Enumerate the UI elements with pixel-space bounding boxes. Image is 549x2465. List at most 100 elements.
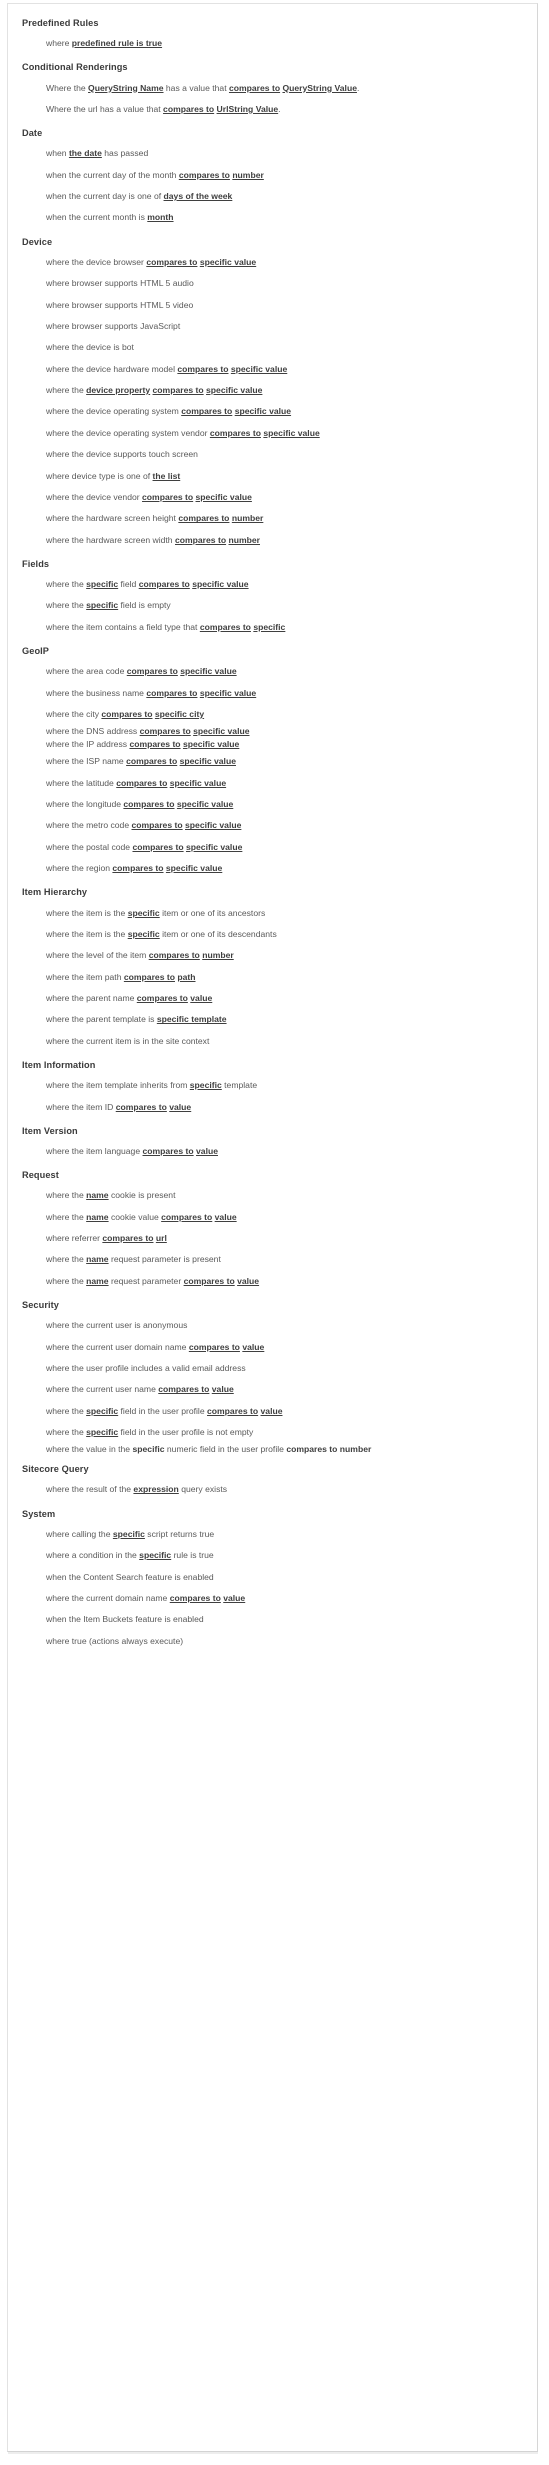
condition-token-link[interactable]: number xyxy=(228,535,260,545)
condition-item[interactable]: when the Item Buckets feature is enabled xyxy=(22,1609,527,1630)
condition-token-link[interactable]: number xyxy=(202,950,234,960)
condition-token-link[interactable]: specific template xyxy=(157,1014,227,1024)
condition-token-link[interactable]: specific value xyxy=(185,820,241,830)
condition-item[interactable]: where the device operating system compar… xyxy=(22,401,527,422)
condition-token-link[interactable]: predefined rule is true xyxy=(72,38,162,48)
condition-item[interactable]: where the device property compares to sp… xyxy=(22,380,527,401)
condition-item[interactable]: where the item contains a field type tha… xyxy=(22,617,527,638)
condition-token-link[interactable]: compares to xyxy=(132,842,183,852)
condition-token-link[interactable]: compares to xyxy=(116,778,167,788)
condition-token-link[interactable]: specific value xyxy=(180,666,236,676)
condition-item[interactable]: where a condition in the specific rule i… xyxy=(22,1545,527,1566)
condition-item[interactable]: where the result of the expression query… xyxy=(22,1479,527,1500)
condition-token-link[interactable]: specific value xyxy=(186,842,242,852)
condition-item[interactable]: where the item is the specific item or o… xyxy=(22,924,527,945)
condition-token-link[interactable]: specific value xyxy=(263,428,319,438)
condition-item[interactable]: where predefined rule is true xyxy=(22,33,527,54)
condition-token-link[interactable]: specific value xyxy=(200,688,256,698)
condition-item[interactable]: where the item language compares to valu… xyxy=(22,1141,527,1162)
condition-token-link[interactable]: compares to xyxy=(101,709,152,719)
condition-item[interactable]: where calling the specific script return… xyxy=(22,1524,527,1545)
condition-token-link[interactable]: compares to xyxy=(158,1384,209,1394)
condition-token-link[interactable]: the list xyxy=(153,471,181,481)
condition-token-link[interactable]: expression xyxy=(133,1484,178,1494)
condition-item[interactable]: where the current user domain name compa… xyxy=(22,1336,527,1357)
condition-token-link[interactable]: compares to xyxy=(126,756,177,766)
condition-item[interactable]: where the IP address compares to specifi… xyxy=(22,738,527,751)
condition-item[interactable]: where the name request parameter compare… xyxy=(22,1271,527,1292)
condition-item[interactable]: where browser supports HTML 5 video xyxy=(22,294,527,315)
condition-item[interactable]: where device type is one of the list xyxy=(22,465,527,486)
condition-item[interactable]: where referrer compares to url xyxy=(22,1228,527,1249)
condition-token-link[interactable]: compares to xyxy=(137,993,188,1003)
condition-token-bold[interactable]: specific xyxy=(132,1444,164,1454)
condition-item[interactable]: where the city compares to specific city xyxy=(22,704,527,725)
condition-item[interactable]: where browser supports JavaScript xyxy=(22,316,527,337)
condition-token-link[interactable]: specific value xyxy=(206,385,262,395)
condition-item[interactable]: where the current domain name compares t… xyxy=(22,1588,527,1609)
condition-token-link[interactable]: QueryString Name xyxy=(88,83,163,93)
condition-token-link[interactable]: compares to xyxy=(161,1212,212,1222)
condition-token-link[interactable]: the date xyxy=(69,148,102,158)
condition-token-link[interactable]: compares to xyxy=(124,972,175,982)
condition-token-link[interactable]: value xyxy=(215,1212,237,1222)
condition-item[interactable]: when the Content Search feature is enabl… xyxy=(22,1566,527,1587)
condition-item[interactable]: where the item ID compares to value xyxy=(22,1096,527,1117)
condition-token-link[interactable]: specific xyxy=(128,908,160,918)
condition-token-link[interactable]: number xyxy=(232,170,264,180)
condition-item[interactable]: where the parent template is specific te… xyxy=(22,1009,527,1030)
condition-item[interactable]: where the device supports touch screen xyxy=(22,444,527,465)
condition-token-link[interactable]: specific value xyxy=(231,364,287,374)
condition-token-link[interactable]: number xyxy=(232,513,264,523)
condition-token-link[interactable]: compares to xyxy=(210,428,261,438)
condition-item[interactable]: when the date has passed xyxy=(22,143,527,164)
condition-token-link[interactable]: compares to xyxy=(139,579,190,589)
condition-token-link[interactable]: name xyxy=(86,1190,108,1200)
condition-token-link[interactable]: name xyxy=(86,1276,108,1286)
condition-item[interactable]: where the DNS address compares to specif… xyxy=(22,725,527,738)
condition-token-link[interactable]: compares to xyxy=(146,688,197,698)
condition-token-link[interactable]: compares to xyxy=(178,513,229,523)
condition-token-link[interactable]: specific city xyxy=(155,709,204,719)
condition-item[interactable]: where the device vendor compares to spec… xyxy=(22,487,527,508)
condition-token-link[interactable]: specific xyxy=(128,929,160,939)
condition-token-link[interactable]: value xyxy=(261,1406,283,1416)
condition-token-link[interactable]: UrlString Value xyxy=(217,104,279,114)
condition-token-link[interactable]: value xyxy=(237,1276,259,1286)
condition-token-link[interactable]: specific xyxy=(139,1550,171,1560)
condition-token-link[interactable]: value xyxy=(223,1593,245,1603)
condition-item[interactable]: where the item path compares to path xyxy=(22,967,527,988)
condition-item[interactable]: where the current item is in the site co… xyxy=(22,1031,527,1052)
condition-token-link[interactable]: specific value xyxy=(166,863,222,873)
condition-token-link[interactable]: compares to xyxy=(163,104,214,114)
condition-token-link[interactable]: specific value xyxy=(180,756,236,766)
condition-item[interactable]: where the name request parameter is pres… xyxy=(22,1249,527,1270)
condition-token-link[interactable]: compares to xyxy=(143,1146,194,1156)
condition-token-link[interactable]: compares to xyxy=(200,622,251,632)
condition-token-link[interactable]: specific value xyxy=(200,257,256,267)
condition-token-link[interactable]: compares to xyxy=(140,726,191,736)
condition-item[interactable]: where the hardware screen height compare… xyxy=(22,508,527,529)
condition-item[interactable]: where browser supports HTML 5 audio xyxy=(22,273,527,294)
condition-token-link[interactable]: specific xyxy=(113,1529,145,1539)
condition-token-link[interactable]: specific value xyxy=(183,739,239,749)
condition-item[interactable]: where the postal code compares to specif… xyxy=(22,837,527,858)
condition-item[interactable]: where the name cookie value compares to … xyxy=(22,1207,527,1228)
condition-item[interactable]: when the current day is one of days of t… xyxy=(22,186,527,207)
condition-token-link[interactable]: specific value xyxy=(192,579,248,589)
condition-token-link[interactable]: specific xyxy=(86,1427,118,1437)
condition-token-link[interactable]: compares to xyxy=(102,1233,153,1243)
condition-token-link[interactable]: month xyxy=(147,212,173,222)
condition-item[interactable]: where the specific field compares to spe… xyxy=(22,574,527,595)
condition-token-link[interactable]: days of the week xyxy=(164,191,233,201)
condition-token-bold[interactable]: compares to number xyxy=(286,1444,371,1454)
condition-item[interactable]: Where the QueryString Name has a value t… xyxy=(22,77,527,98)
condition-token-link[interactable]: QueryString Value xyxy=(282,83,357,93)
condition-token-link[interactable]: compares to xyxy=(170,1593,221,1603)
condition-item[interactable]: where the specific field in the user pro… xyxy=(22,1401,527,1422)
condition-item[interactable]: where the user profile includes a valid … xyxy=(22,1358,527,1379)
condition-token-link[interactable]: specific xyxy=(86,579,118,589)
condition-item[interactable]: where the level of the item compares to … xyxy=(22,945,527,966)
condition-item[interactable]: where the current user name compares to … xyxy=(22,1379,527,1400)
condition-token-link[interactable]: value xyxy=(212,1384,234,1394)
